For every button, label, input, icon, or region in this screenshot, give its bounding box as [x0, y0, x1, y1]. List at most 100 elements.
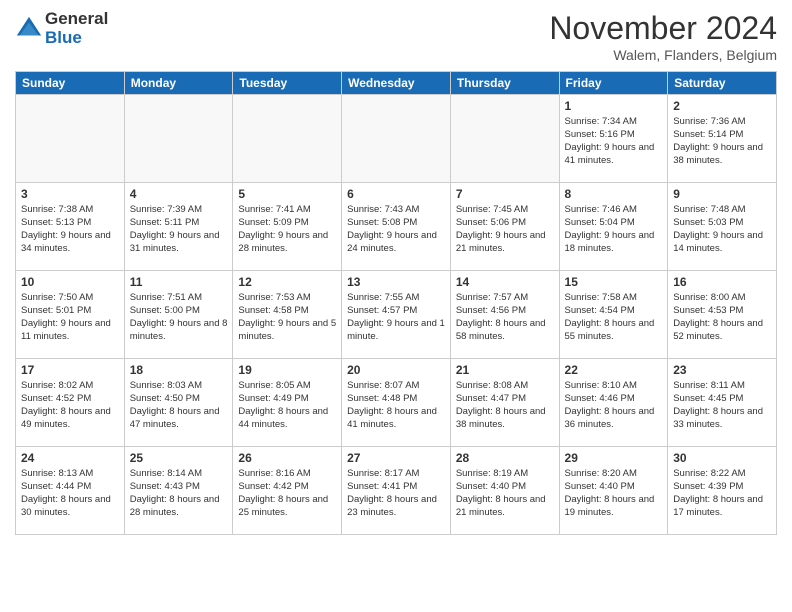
logo-general: General	[45, 10, 108, 29]
cell-w4-d3: 27 Sunrise: 8:17 AM Sunset: 4:41 PM Dayli…	[342, 447, 451, 535]
day-num-4: 4	[130, 186, 228, 202]
week-row-1: 3 Sunrise: 7:38 AM Sunset: 5:13 PM Daylig…	[16, 183, 777, 271]
cell-w2-d1: 11Sunrise: 7:51 AM Sunset: 5:00 PM Dayli…	[124, 271, 233, 359]
cell-w4-d2: 26Sunrise: 8:16 AM Sunset: 4:42 PM Dayli…	[233, 447, 342, 535]
header-monday: Monday	[124, 72, 233, 95]
cell-w3-d6: 23 Sunrise: 8:11 AM Sunset: 4:45 PM Dayli…	[668, 359, 777, 447]
day-info-4: Sunrise: 7:39 AM Sunset: 5:11 PM Dayligh…	[130, 204, 228, 255]
day-info-19: Sunrise: 8:05 AM Sunset: 4:49 PM Dayligh…	[238, 380, 336, 431]
cell-w0-d2	[233, 95, 342, 183]
header-saturday: Saturday	[668, 72, 777, 95]
cell-w3-d0: 17 Sunrise: 8:02 AM Sunset: 4:52 PM Dayli…	[16, 359, 125, 447]
cell-w0-d3	[342, 95, 451, 183]
day-num-26: 26	[238, 450, 336, 466]
cell-w2-d5: 15Sunrise: 7:58 AM Sunset: 4:54 PM Dayli…	[559, 271, 668, 359]
cell-w1-d5: 8 Sunrise: 7:46 AM Sunset: 5:04 PM Daylig…	[559, 183, 668, 271]
day-info-23: Sunrise: 8:11 AM Sunset: 4:45 PM Dayligh…	[673, 380, 771, 431]
cell-w3-d3: 20 Sunrise: 8:07 AM Sunset: 4:48 PM Dayli…	[342, 359, 451, 447]
day-num-3: 3	[21, 186, 119, 202]
week-row-2: 10 Sunrise: 7:50 AM Sunset: 5:01 PM Dayli…	[16, 271, 777, 359]
day-num-27: 27	[347, 450, 445, 466]
day-num-11: 11	[130, 274, 228, 290]
day-info-7: Sunrise: 7:45 AM Sunset: 5:06 PM Dayligh…	[456, 204, 554, 255]
day-info-17: Sunrise: 8:02 AM Sunset: 4:52 PM Dayligh…	[21, 380, 119, 431]
cell-w4-d1: 25 Sunrise: 8:14 AM Sunset: 4:43 PM Dayli…	[124, 447, 233, 535]
day-num-2: 2	[673, 98, 771, 114]
day-info-10: Sunrise: 7:50 AM Sunset: 5:01 PM Dayligh…	[21, 292, 119, 343]
day-num-19: 19	[238, 362, 336, 378]
day-num-17: 17	[21, 362, 119, 378]
cell-w1-d1: 4 Sunrise: 7:39 AM Sunset: 5:11 PM Daylig…	[124, 183, 233, 271]
cell-w2-d2: 12 Sunrise: 7:53 AM Sunset: 4:58 PM Dayli…	[233, 271, 342, 359]
header-friday: Friday	[559, 72, 668, 95]
day-info-21: Sunrise: 8:08 AM Sunset: 4:47 PM Dayligh…	[456, 380, 554, 431]
day-num-28: 28	[456, 450, 554, 466]
day-num-25: 25	[130, 450, 228, 466]
day-info-12: Sunrise: 7:53 AM Sunset: 4:58 PM Dayligh…	[238, 292, 336, 343]
day-info-28: Sunrise: 8:19 AM Sunset: 4:40 PM Dayligh…	[456, 468, 554, 519]
cell-w0-d5: 1 Sunrise: 7:34 AM Sunset: 5:16 PM Daylig…	[559, 95, 668, 183]
day-num-14: 14	[456, 274, 554, 290]
day-num-18: 18	[130, 362, 228, 378]
header: General Blue November 2024 Walem, Flande…	[15, 10, 777, 63]
day-info-20: Sunrise: 8:07 AM Sunset: 4:48 PM Dayligh…	[347, 380, 445, 431]
location: Walem, Flanders, Belgium	[549, 47, 777, 63]
week-row-0: 1 Sunrise: 7:34 AM Sunset: 5:16 PM Daylig…	[16, 95, 777, 183]
cell-w1-d2: 5 Sunrise: 7:41 AM Sunset: 5:09 PM Daylig…	[233, 183, 342, 271]
day-info-25: Sunrise: 8:14 AM Sunset: 4:43 PM Dayligh…	[130, 468, 228, 519]
cell-w0-d0	[16, 95, 125, 183]
cell-w1-d0: 3 Sunrise: 7:38 AM Sunset: 5:13 PM Daylig…	[16, 183, 125, 271]
cell-w1-d4: 7 Sunrise: 7:45 AM Sunset: 5:06 PM Daylig…	[450, 183, 559, 271]
cell-w4-d4: 28 Sunrise: 8:19 AM Sunset: 4:40 PM Dayli…	[450, 447, 559, 535]
day-num-13: 13	[347, 274, 445, 290]
header-wednesday: Wednesday	[342, 72, 451, 95]
title-area: November 2024 Walem, Flanders, Belgium	[549, 10, 777, 63]
day-num-10: 10	[21, 274, 119, 290]
cell-w1-d3: 6Sunrise: 7:43 AM Sunset: 5:08 PM Daylig…	[342, 183, 451, 271]
day-info-27: Sunrise: 8:17 AM Sunset: 4:41 PM Dayligh…	[347, 468, 445, 519]
header-sunday: Sunday	[16, 72, 125, 95]
day-num-8: 8	[565, 186, 663, 202]
day-info-1: Sunrise: 7:34 AM Sunset: 5:16 PM Dayligh…	[565, 116, 663, 167]
day-num-1: 1	[565, 98, 663, 114]
day-num-24: 24	[21, 450, 119, 466]
day-num-21: 21	[456, 362, 554, 378]
day-num-6: 6	[347, 186, 445, 202]
day-info-9: Sunrise: 7:48 AM Sunset: 5:03 PM Dayligh…	[673, 204, 771, 255]
day-info-14: Sunrise: 7:57 AM Sunset: 4:56 PM Dayligh…	[456, 292, 554, 343]
day-info-29: Sunrise: 8:20 AM Sunset: 4:40 PM Dayligh…	[565, 468, 663, 519]
cell-w0-d1	[124, 95, 233, 183]
cell-w2-d4: 14 Sunrise: 7:57 AM Sunset: 4:56 PM Dayli…	[450, 271, 559, 359]
day-num-5: 5	[238, 186, 336, 202]
day-info-24: Sunrise: 8:13 AM Sunset: 4:44 PM Dayligh…	[21, 468, 119, 519]
cell-w3-d2: 19 Sunrise: 8:05 AM Sunset: 4:49 PM Dayli…	[233, 359, 342, 447]
cell-w0-d4	[450, 95, 559, 183]
day-num-7: 7	[456, 186, 554, 202]
logo-blue: Blue	[45, 29, 108, 48]
day-info-30: Sunrise: 8:22 AM Sunset: 4:39 PM Dayligh…	[673, 468, 771, 519]
cell-w2-d3: 13Sunrise: 7:55 AM Sunset: 4:57 PM Dayli…	[342, 271, 451, 359]
cell-w2-d0: 10 Sunrise: 7:50 AM Sunset: 5:01 PM Dayli…	[16, 271, 125, 359]
cell-w4-d0: 24 Sunrise: 8:13 AM Sunset: 4:44 PM Dayli…	[16, 447, 125, 535]
calendar: Sunday Monday Tuesday Wednesday Thursday…	[15, 71, 777, 535]
day-info-8: Sunrise: 7:46 AM Sunset: 5:04 PM Dayligh…	[565, 204, 663, 255]
day-info-15: Sunrise: 7:58 AM Sunset: 4:54 PM Dayligh…	[565, 292, 663, 343]
day-num-22: 22	[565, 362, 663, 378]
week-row-3: 17 Sunrise: 8:02 AM Sunset: 4:52 PM Dayli…	[16, 359, 777, 447]
month-title: November 2024	[549, 10, 777, 47]
cell-w2-d6: 16Sunrise: 8:00 AM Sunset: 4:53 PM Dayli…	[668, 271, 777, 359]
day-num-12: 12	[238, 274, 336, 290]
day-num-30: 30	[673, 450, 771, 466]
day-num-29: 29	[565, 450, 663, 466]
day-info-18: Sunrise: 8:03 AM Sunset: 4:50 PM Dayligh…	[130, 380, 228, 431]
day-num-23: 23	[673, 362, 771, 378]
day-info-5: Sunrise: 7:41 AM Sunset: 5:09 PM Dayligh…	[238, 204, 336, 255]
header-tuesday: Tuesday	[233, 72, 342, 95]
day-info-3: Sunrise: 7:38 AM Sunset: 5:13 PM Dayligh…	[21, 204, 119, 255]
day-info-16: Sunrise: 8:00 AM Sunset: 4:53 PM Dayligh…	[673, 292, 771, 343]
week-row-4: 24 Sunrise: 8:13 AM Sunset: 4:44 PM Dayli…	[16, 447, 777, 535]
page: General Blue November 2024 Walem, Flande…	[0, 0, 792, 612]
cell-w4-d6: 30 Sunrise: 8:22 AM Sunset: 4:39 PM Dayli…	[668, 447, 777, 535]
header-thursday: Thursday	[450, 72, 559, 95]
day-num-20: 20	[347, 362, 445, 378]
